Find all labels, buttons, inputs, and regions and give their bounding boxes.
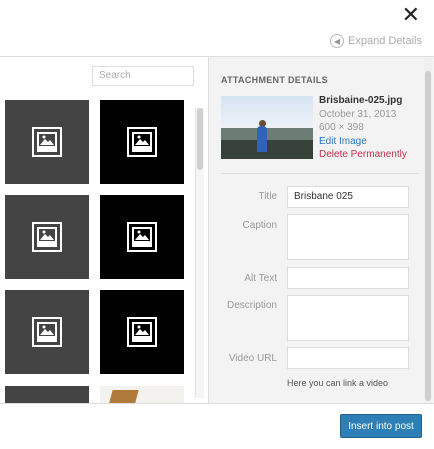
media-grid: Search — [0, 57, 208, 403]
attachment-filename: Brisbaine-025.jpg — [319, 95, 403, 106]
caption-field[interactable] — [287, 214, 409, 260]
grid-scrollbar[interactable] — [195, 108, 204, 398]
close-icon[interactable]: ✕ — [402, 5, 420, 27]
details-scrollbar[interactable] — [424, 57, 432, 403]
attachment-details-panel: ATTACHMENT DETAILS Brisbaine-025.jpg Oct… — [208, 57, 434, 403]
attachment-thumbnail[interactable] — [5, 386, 89, 403]
image-placeholder-icon — [32, 222, 62, 252]
video-url-label: Video URL — [228, 353, 277, 364]
video-url-field[interactable] — [287, 347, 409, 369]
video-hint: Here you can link a video — [287, 378, 389, 388]
description-label: Description — [226, 300, 277, 311]
image-placeholder-icon — [32, 317, 62, 347]
insert-into-post-button[interactable]: Insert into post — [340, 414, 422, 438]
caption-label: Caption — [242, 220, 277, 231]
image-placeholder-icon — [127, 317, 157, 347]
alt-text-label: Alt Text — [244, 273, 277, 284]
details-divider — [221, 173, 419, 174]
title-field[interactable]: Brisbane 025 — [287, 186, 409, 208]
attachment-dimensions: 600 × 398 — [319, 122, 364, 133]
image-placeholder-icon — [127, 222, 157, 252]
attachment-thumbnail[interactable] — [100, 195, 184, 279]
attachment-thumbnail[interactable] — [100, 386, 184, 403]
attachment-date: October 31, 2013 — [319, 109, 397, 120]
image-placeholder-icon — [32, 127, 62, 157]
image-placeholder-icon — [127, 127, 157, 157]
search-input[interactable]: Search — [92, 66, 194, 86]
expand-details-label: Expand Details — [348, 35, 422, 47]
modal-footer: Insert into post — [0, 403, 434, 449]
title-label: Title — [258, 191, 277, 202]
collapse-arrow-icon: ◀ — [330, 34, 344, 48]
expand-details-button[interactable]: ◀ Expand Details — [330, 34, 422, 48]
details-heading: ATTACHMENT DETAILS — [221, 75, 328, 85]
delete-permanently-link[interactable]: Delete Permanently — [319, 149, 407, 160]
attachment-thumbnail[interactable] — [5, 100, 89, 184]
attachment-thumbnail[interactable] — [5, 290, 89, 374]
attachment-thumbnail[interactable] — [100, 290, 184, 374]
edit-image-link[interactable]: Edit Image — [319, 136, 367, 147]
alt-text-field[interactable] — [287, 267, 409, 289]
modal-header: ✕ ◀ Expand Details — [0, 0, 434, 56]
attachment-thumbnail[interactable] — [5, 195, 89, 279]
description-field[interactable] — [287, 295, 409, 341]
attachment-preview — [221, 96, 313, 159]
attachment-thumbnail[interactable] — [100, 100, 184, 184]
